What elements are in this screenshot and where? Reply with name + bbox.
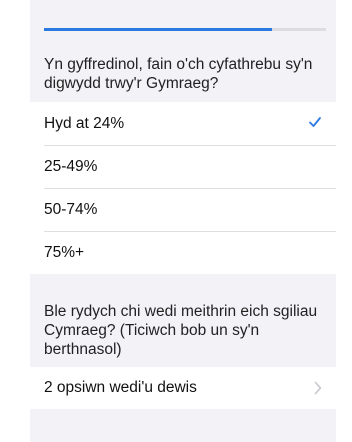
option-75-plus[interactable]: 75%+ [30, 231, 336, 274]
option-label: 75%+ [44, 243, 85, 261]
survey-panel: Yn gyffredinol, fain o'ch cyfathrebu sy'… [30, 0, 336, 442]
chevron-right-icon [314, 381, 322, 395]
screen: Yn gyffredinol, fain o'ch cyfathrebu sy'… [0, 0, 352, 442]
picker-value: 2 opsiwn wedi'u dewis [44, 379, 197, 396]
multi-select-picker[interactable]: 2 opsiwn wedi'u dewis [30, 367, 336, 409]
option-label: 50-74% [44, 200, 98, 218]
question-1-options: Hyd at 24% 25-49% 50-74% 75%+ [30, 102, 336, 274]
option-label: Hyd at 24% [44, 114, 125, 132]
option-50-74[interactable]: 50-74% [30, 188, 336, 231]
progress-fill [44, 28, 273, 31]
option-label: 25-49% [44, 157, 98, 175]
question-1-text: Yn gyffredinol, fain o'ch cyfathrebu sy'… [44, 56, 313, 92]
option-25-49[interactable]: 25-49% [30, 145, 336, 188]
checkmark-icon [309, 117, 321, 127]
progress-bar [44, 28, 326, 31]
option-0-24[interactable]: Hyd at 24% [30, 102, 336, 145]
question-2-text: Ble rydych chi wedi meithrin eich sgilia… [44, 303, 318, 358]
